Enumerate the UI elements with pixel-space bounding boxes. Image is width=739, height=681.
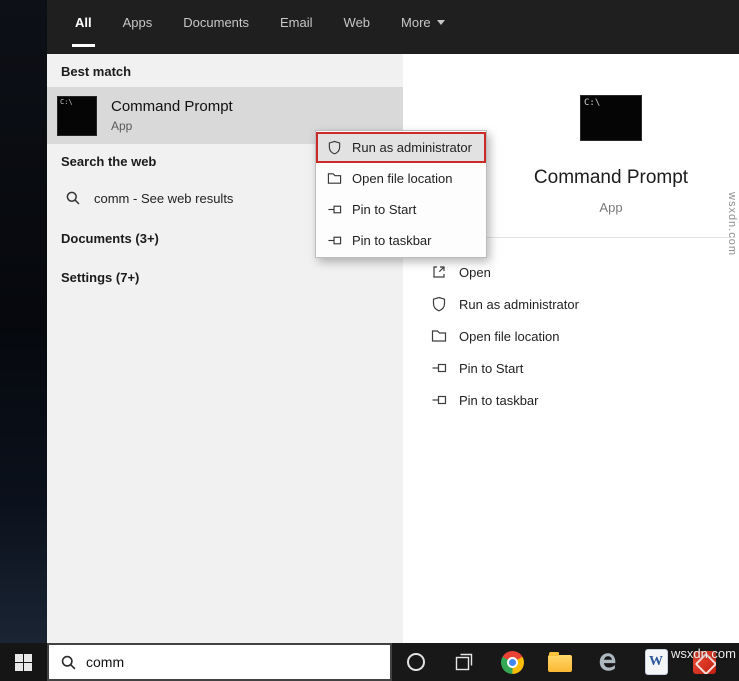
chrome-icon (500, 650, 524, 674)
action-run-as-administrator[interactable]: Run as administrator (403, 288, 739, 320)
command-prompt-icon-large: C:\ (580, 95, 642, 141)
web-search-label: comm - See web results (94, 191, 233, 206)
taskbar (0, 643, 739, 681)
edge-button[interactable] (584, 643, 632, 681)
action-label: Pin to Start (459, 360, 524, 376)
start-button[interactable] (0, 643, 47, 681)
tab-label: Web (343, 14, 371, 30)
best-match-title: Command Prompt (111, 98, 233, 115)
tab-all[interactable]: All (72, 0, 95, 47)
pin-icon (328, 205, 342, 214)
action-open[interactable]: Open (403, 256, 739, 288)
tab-label: Email (280, 14, 313, 30)
best-match-subtitle: App (111, 119, 133, 133)
settings-section-header[interactable]: Settings (7+) (47, 254, 403, 293)
cortana-icon (407, 653, 425, 671)
folder-icon (431, 330, 447, 342)
tab-label: Documents (183, 14, 250, 30)
desktop-background (0, 0, 47, 643)
chrome-button[interactable] (488, 643, 536, 681)
taskbar-search[interactable] (47, 643, 392, 681)
edge-icon (599, 653, 616, 671)
shield-icon (328, 140, 341, 155)
context-menu-item-pin-to-start[interactable]: Pin to Start (316, 194, 486, 225)
tab-label: Apps (122, 14, 153, 30)
menu-item-label: Pin to taskbar (352, 233, 432, 248)
task-view-button[interactable] (440, 643, 488, 681)
action-open-file-location[interactable]: Open file location (403, 320, 739, 352)
pin-icon (328, 236, 342, 245)
open-icon (433, 266, 445, 278)
menu-item-label: Run as administrator (352, 140, 472, 155)
action-label: Open file location (459, 328, 560, 344)
cortana-button[interactable] (392, 643, 440, 681)
preview-actions: Open Run as administrator Open file loca… (403, 256, 739, 416)
web-search-query: comm (94, 190, 130, 206)
command-prompt-icon-text: C:\ (584, 98, 601, 108)
pin-icon (432, 395, 447, 405)
watermark: wsxdn.com (726, 192, 738, 257)
tab-apps[interactable]: Apps (120, 0, 156, 47)
folder-icon (327, 173, 342, 184)
context-menu: Run as administrator Open file location … (315, 130, 487, 258)
search-icon (61, 655, 76, 669)
file-explorer-button[interactable] (536, 643, 584, 681)
shield-icon (432, 296, 446, 312)
action-label: Pin to taskbar (459, 392, 539, 408)
command-prompt-icon: C:\ (57, 95, 97, 136)
tab-label: More (401, 14, 431, 30)
tab-more[interactable]: More (398, 0, 448, 47)
tab-web[interactable]: Web (341, 0, 374, 47)
screen: All Apps Documents Email Web More Best m… (0, 0, 739, 681)
watermark: wsxdn.com (670, 646, 736, 661)
chevron-down-icon (436, 19, 445, 25)
preview-subtitle: App (599, 200, 623, 215)
pin-icon (432, 363, 447, 373)
context-menu-item-run-as-administrator[interactable]: Run as administrator (316, 132, 486, 163)
tab-label: All (75, 14, 92, 30)
tab-documents[interactable]: Documents (180, 0, 252, 47)
task-view-icon (455, 653, 473, 671)
file-explorer-icon (548, 652, 572, 672)
action-label: Open (459, 264, 491, 280)
menu-item-label: Open file location (352, 171, 453, 186)
context-menu-item-open-file-location[interactable]: Open file location (316, 163, 486, 194)
preview-header: C:\ Command Prompt App (443, 95, 739, 215)
best-match-text: Command Prompt App (111, 98, 233, 133)
menu-item-label: Pin to Start (352, 202, 417, 217)
search-input[interactable] (86, 654, 379, 670)
best-match-header: Best match (61, 64, 132, 79)
action-label: Run as administrator (459, 296, 579, 312)
word-icon (645, 650, 667, 674)
context-menu-item-pin-to-taskbar[interactable]: Pin to taskbar (316, 225, 486, 256)
windows-logo-icon (15, 653, 32, 671)
web-search-suffix: - See web results (129, 190, 234, 206)
preview-title: Command Prompt (533, 167, 689, 188)
action-pin-to-start[interactable]: Pin to Start (403, 352, 739, 384)
action-pin-to-taskbar[interactable]: Pin to taskbar (403, 384, 739, 416)
command-prompt-icon-text: C:\ (60, 97, 73, 106)
tab-email[interactable]: Email (277, 0, 316, 47)
search-tabs-bar: All Apps Documents Email Web More (47, 0, 739, 54)
search-icon (66, 191, 80, 205)
